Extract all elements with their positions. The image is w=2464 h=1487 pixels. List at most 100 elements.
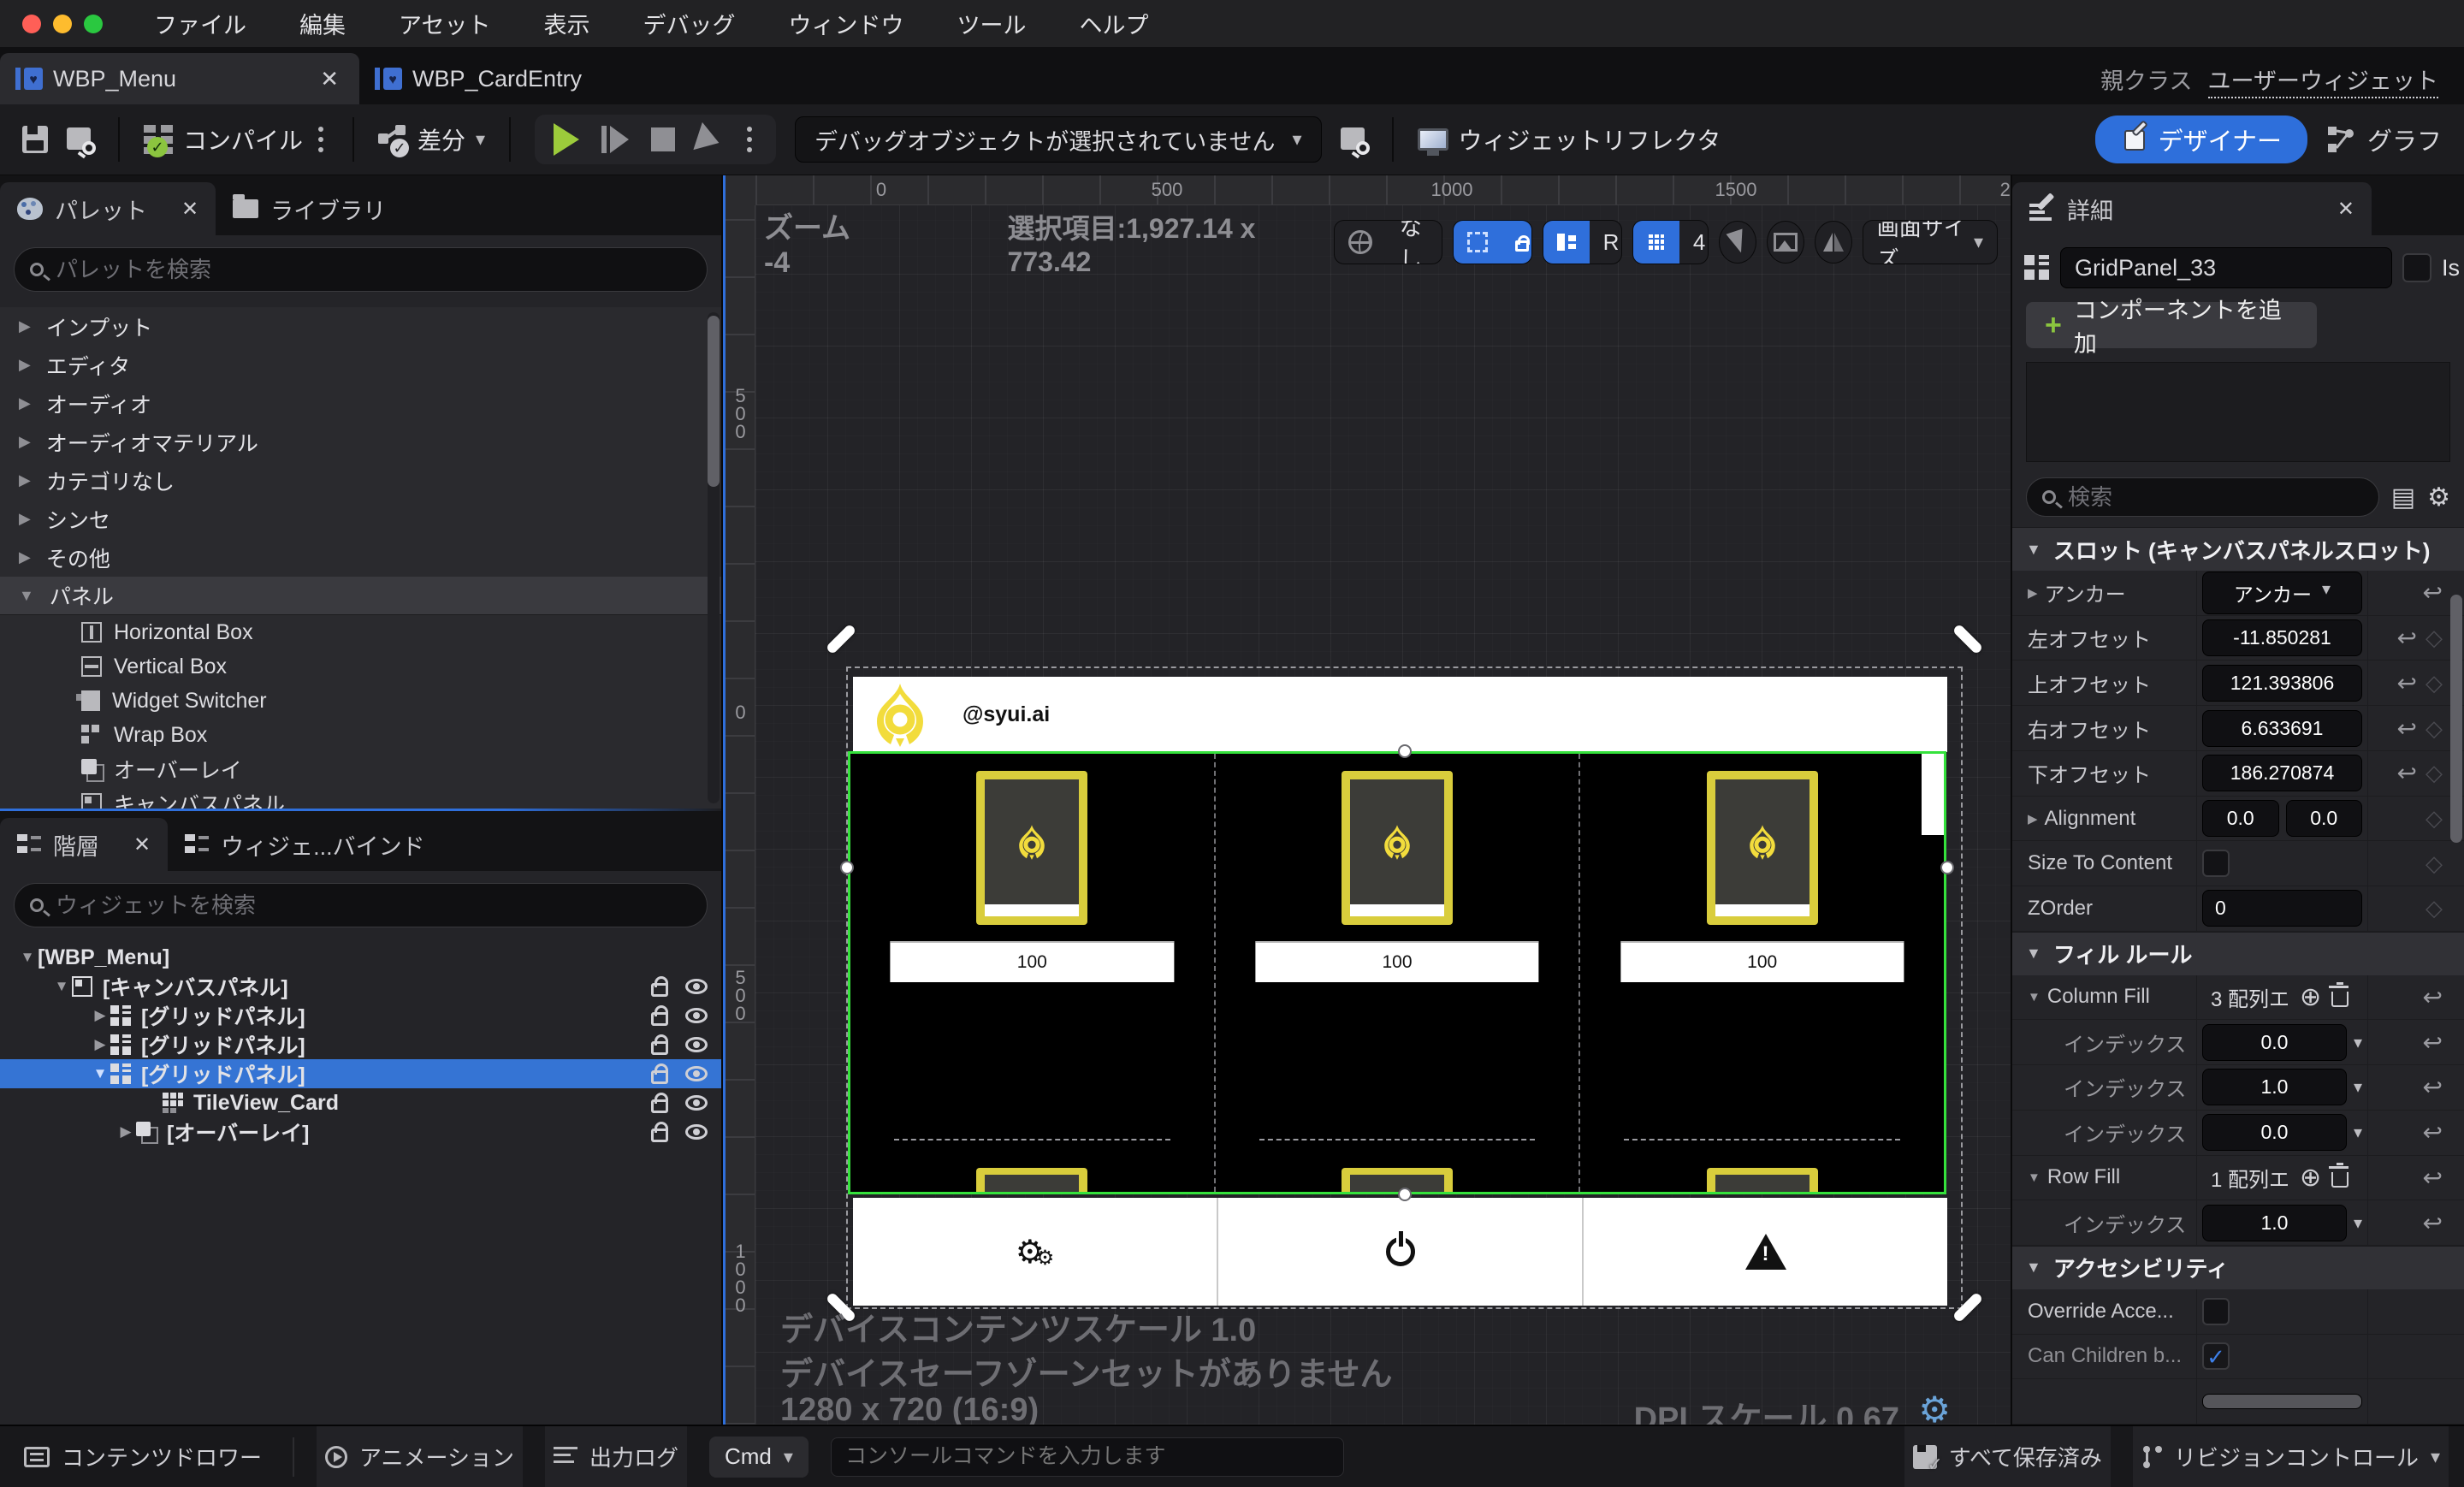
chevron-down-icon[interactable]: ▾ [2354,1032,2362,1053]
palette-category-editor[interactable]: ▶ エディタ [0,346,721,384]
save-icon[interactable] [22,126,48,153]
browse-debug-icon[interactable] [1340,126,1370,155]
close-tab-icon[interactable]: ✕ [320,66,339,92]
designer-mode-button[interactable]: デザイナー [2094,116,2307,163]
close-panel-icon[interactable]: ✕ [2337,197,2354,222]
palette-item-canvas-panel[interactable]: キャンバスパネル [0,786,721,809]
screen-size-dropdown[interactable]: 画面サイズ ▾ [1862,220,1998,264]
palette-scrollbar[interactable] [708,312,720,803]
palette-search[interactable] [14,247,708,292]
lock-icon[interactable] [651,1063,668,1084]
details-search[interactable] [2026,477,2379,518]
zorder-field[interactable]: 0 [2202,890,2362,927]
alignment-x-field[interactable]: 0.0 [2202,800,2279,837]
alignment-y-field[interactable]: 0.0 [2285,800,2362,837]
chevron-down-icon[interactable]: ▾ [2354,1076,2362,1098]
lock-icon[interactable] [651,976,668,997]
tree-row-canvas-panel[interactable]: ▼ [キャンバスパネル] [0,972,721,1001]
reset-icon[interactable]: ↩ [2397,624,2417,652]
selected-grid-panel[interactable]: 100 100 100 [848,751,1946,1194]
localization-none-button[interactable]: なし [1386,221,1442,264]
can-children-checkbox[interactable]: ✓ [2202,1342,2230,1371]
offset-bottom-field[interactable]: 186.270874 [2202,755,2362,792]
design-header-bar[interactable]: @syui.ai [853,677,1947,752]
cmd-dropdown[interactable]: Cmd ▾ [709,1436,808,1478]
bind-diamond-icon[interactable]: ◇ [2426,805,2443,832]
palette-search-input[interactable] [56,256,691,283]
offset-top-field[interactable]: 121.393806 [2202,664,2362,702]
bind-diamond-icon[interactable]: ◇ [2426,625,2443,651]
lock-icon[interactable] [651,1005,668,1026]
menu-debug[interactable]: デバッグ [643,7,735,40]
play-icon[interactable] [554,123,580,156]
chevron-down-icon[interactable]: ▾ [2354,1212,2362,1234]
section-fill-rules[interactable]: ▼ フィル ルール [2012,931,2464,975]
add-component-button[interactable]: + コンポーネントを追加 [2026,298,2317,357]
menu-help[interactable]: ヘルプ [1079,7,1148,40]
card-column[interactable]: 100 [1580,754,1944,1192]
parent-class-link[interactable]: ユーザーウィジェット [2207,68,2438,98]
outline-toggle-button[interactable] [1543,221,1590,264]
offset-right-field[interactable]: 6.633691 [2202,709,2362,747]
card-thumbnail[interactable] [1706,771,1818,925]
reset-icon[interactable]: ↩ [2423,1118,2443,1146]
debug-object-dropdown[interactable]: デバッグオブジェクトが選択されていません ▾ [795,116,1322,163]
console-command-input[interactable] [830,1437,1344,1477]
card-thumbnail-row2[interactable] [976,1168,1088,1192]
content-drawer-button[interactable]: コンテンツドロワー [15,1426,270,1487]
add-element-icon[interactable]: ⊕ [2300,982,2321,1012]
details-settings-gear-icon[interactable]: ⚙ [2427,483,2450,512]
footer-warning-cell[interactable] [1584,1198,1947,1306]
close-panel-icon[interactable]: ✕ [181,197,198,222]
offset-left-field[interactable]: -11.850281 [2202,619,2362,657]
close-panel-icon[interactable]: ✕ [133,832,151,857]
widget-reflector-button[interactable]: ウィジェットリフレクタ [1417,122,1721,157]
details-scrollbar[interactable] [2450,595,2462,843]
card-thumbnail-row2[interactable] [1342,1168,1453,1192]
compile-options-icon[interactable] [318,137,324,142]
card-thumbnail[interactable] [1342,771,1453,925]
tab-details[interactable]: 詳細 ✕ [2012,182,2372,235]
palette-category-synth[interactable]: ▶ シンセ [0,500,721,538]
section-slot[interactable]: ▼ スロット (キャンバスパネルスロット) [2012,527,2464,571]
graph-mode-button[interactable]: グラフ [2326,121,2442,157]
palette-item-widget-switcher[interactable]: Widget Switcher [0,684,721,718]
trash-icon[interactable] [2329,1163,2349,1188]
bind-diamond-icon[interactable]: ◇ [2426,670,2443,696]
resize-handle-right-center[interactable] [1940,861,1954,874]
menu-tools[interactable]: ツール [957,7,1026,40]
stop-icon[interactable] [651,127,676,151]
menu-edit[interactable]: 編集 [299,7,346,40]
row-fill-0-field[interactable]: 1.0 [2202,1204,2347,1241]
palette-item-overlay[interactable]: オーバーレイ [0,752,721,786]
menu-view[interactable]: 表示 [543,7,589,40]
menu-file[interactable]: ファイル [154,7,246,40]
palette-category-audio[interactable]: ▶ オーディオ [0,384,721,423]
card-thumbnail-row2[interactable] [1706,1168,1818,1192]
output-log-button[interactable]: 出力ログ [544,1426,687,1487]
tab-palette[interactable]: パレット ✕ [0,182,216,235]
details-view-options-icon[interactable]: ▤ [2391,483,2415,512]
reset-icon[interactable]: ↩ [2423,1164,2443,1192]
grid-snap-button[interactable] [1632,221,1679,264]
visibility-icon[interactable] [685,1037,708,1052]
designer-viewport[interactable]: 0 500 1000 1500 200 500 0 500 1000 ズーム -… [723,175,2011,1425]
bind-diamond-icon[interactable]: ◇ [2426,760,2443,786]
save-status-button[interactable]: すべて保存済み [1904,1426,2111,1487]
preview-background-button[interactable] [1767,221,1804,264]
cursor-tool-button[interactable] [1719,221,1757,264]
chevron-down-icon[interactable]: ▾ [2354,1122,2362,1143]
palette-item-vertical-box[interactable]: Vertical Box [0,649,721,684]
lock-icon[interactable] [651,1034,668,1055]
add-element-icon[interactable]: ⊕ [2300,1163,2321,1193]
menu-window[interactable]: ウィンドウ [788,7,903,40]
bind-diamond-icon[interactable]: ◇ [2426,895,2443,921]
card-column[interactable]: 100 [850,754,1216,1192]
override-accessible-checkbox[interactable] [2202,1297,2230,1325]
anchor-dropdown[interactable]: アンカー ▾ [2202,571,2362,614]
bind-diamond-icon[interactable]: ◇ [2426,850,2443,877]
card-column[interactable]: 100 [1216,754,1581,1192]
widget-name-field[interactable] [2060,247,2392,288]
tree-row-grid-panel-2[interactable]: ▶ [グリッドパネル] [0,1030,721,1059]
column-fill-1-field[interactable]: 1.0 [2202,1069,2347,1106]
